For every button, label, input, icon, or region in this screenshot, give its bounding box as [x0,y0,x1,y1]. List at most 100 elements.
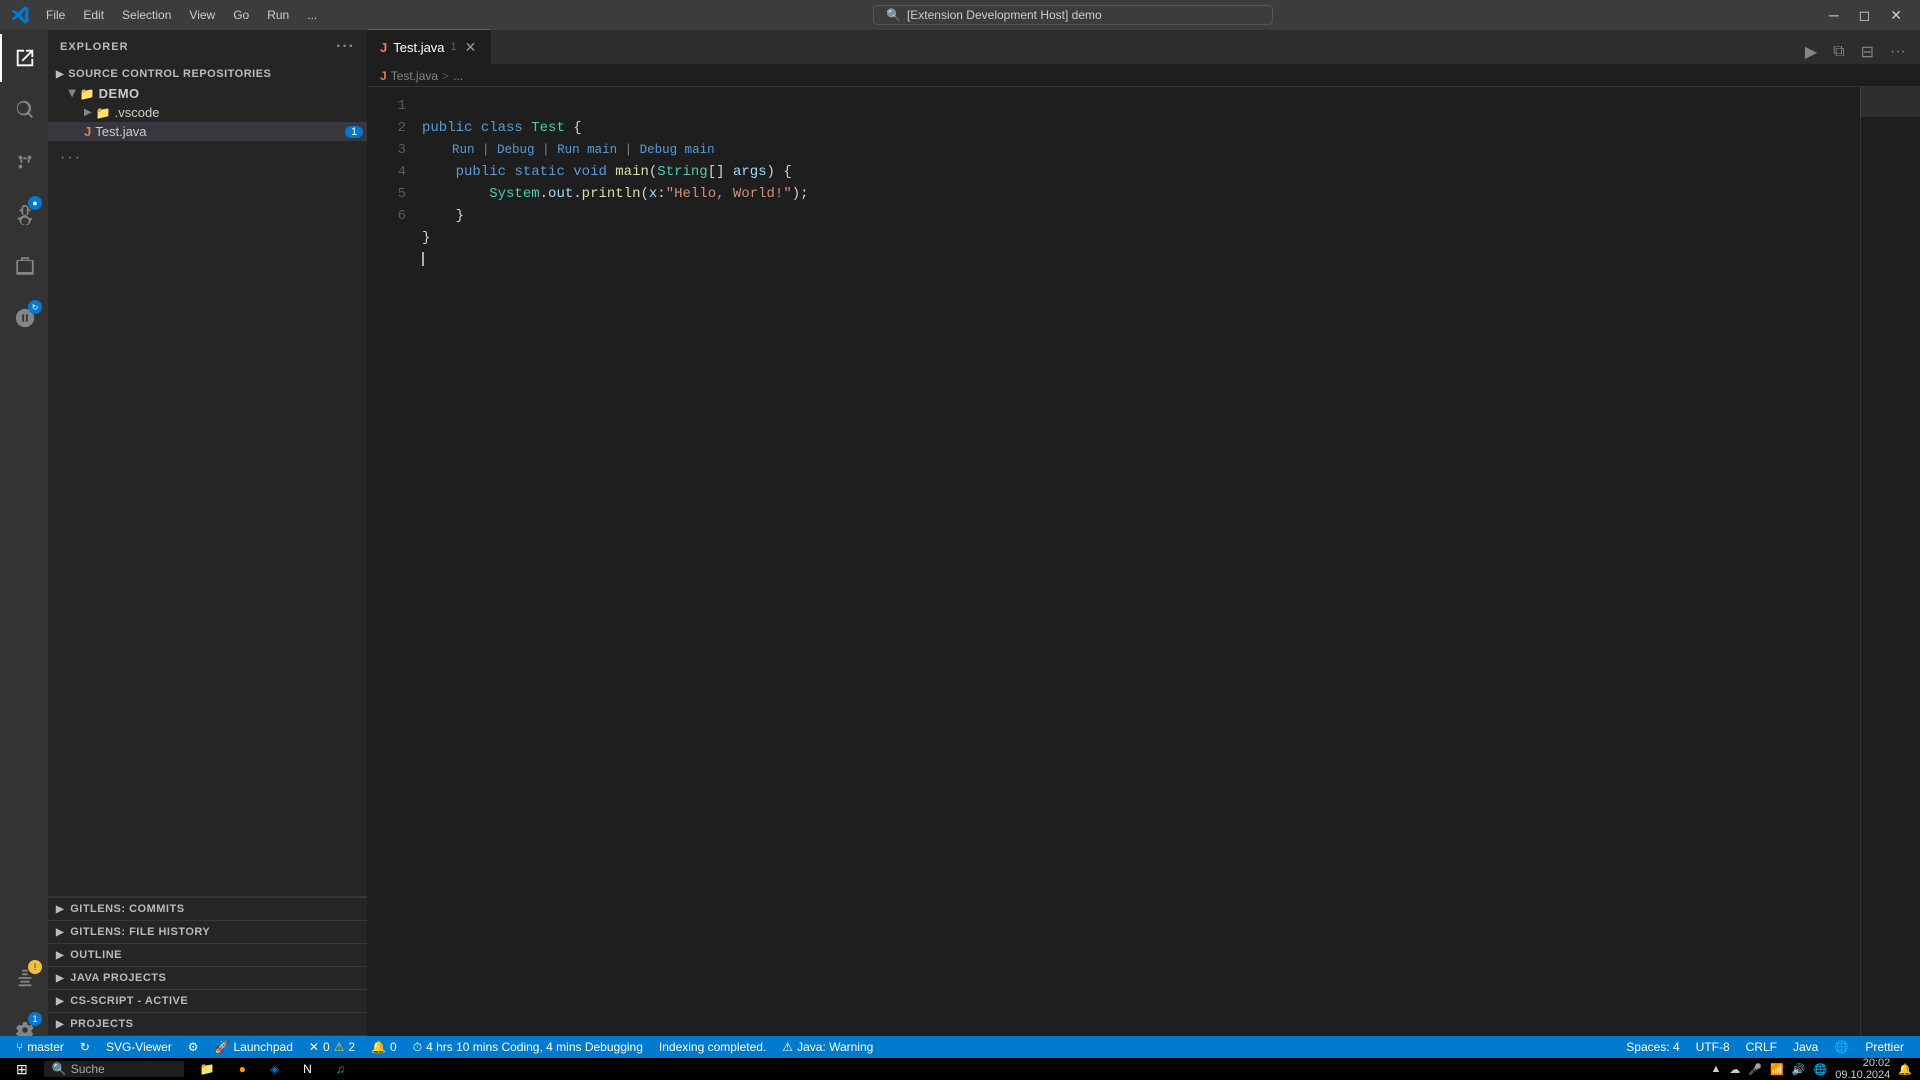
menu-view[interactable]: View [181,6,223,24]
taskbar-notion[interactable]: N [295,1060,320,1078]
sidebar-title: EXPLORER [60,41,129,53]
branch-name: master [27,1040,64,1054]
line-numbers: 1 2 3 4 5 6 [368,87,418,1058]
projects-section: ▶ PROJECTS [48,1012,367,1035]
line-num-4: 4 [368,161,406,183]
cs-script-header[interactable]: ▶ CS-SCRIPT - ACTIVE [48,990,367,1012]
mic-icon: 🎤 [1748,1063,1762,1076]
debug-main-lens[interactable]: Debug main [640,143,715,157]
activity-extensions[interactable] [0,242,48,290]
run-main-lens[interactable]: Run main [557,143,617,157]
vscode-folder-label: .vscode [115,105,160,120]
outline-header[interactable]: ▶ OUTLINE [48,944,367,966]
status-svg-viewer[interactable]: SVG-Viewer [98,1036,180,1058]
status-prettier[interactable]: Prettier [1857,1036,1912,1058]
svg-viewer-label: SVG-Viewer [106,1040,172,1054]
restore-button[interactable]: ◻ [1851,5,1879,26]
code-content[interactable]: public class Test { Run | Debug | Run ma… [418,87,1860,1058]
status-globe[interactable]: 🌐 [1826,1036,1857,1058]
menu-go[interactable]: Go [225,6,257,24]
source-control-section-header[interactable]: ▶ SOURCE CONTROL REPOSITORIES [48,64,367,84]
demo-folder[interactable]: ▶ 📁 DEMO [48,84,367,103]
close-button[interactable]: ✕ [1882,5,1910,26]
taskbar-search-placeholder: Suche [71,1062,105,1076]
run-split-button[interactable]: ▶ [1799,40,1823,64]
status-encoding[interactable]: UTF-8 [1688,1036,1738,1058]
menu-selection[interactable]: Selection [114,6,179,24]
status-indexing[interactable]: Indexing completed. [651,1036,774,1058]
sync-icon: ↻ [80,1040,90,1054]
minimize-button[interactable]: ─ [1821,5,1847,26]
projects-header[interactable]: ▶ PROJECTS [48,1013,367,1035]
menu-bar: File Edit Selection View Go Run ... [38,6,325,24]
warning-count: 2 [348,1040,355,1054]
taskbar-spotify[interactable]: ♫ [328,1060,353,1078]
windows-start-icon[interactable]: ⊞ [8,1061,36,1078]
status-launchpad[interactable]: 🚀 Launchpad [207,1036,301,1058]
breadcrumb: J Test.java > ... [368,65,1920,87]
activity-explorer[interactable] [0,34,48,82]
testjava-tab[interactable]: J Test.java 1 ✕ [368,29,491,64]
gitlens-history-header[interactable]: ▶ GITLENS: FILE HISTORY [48,921,367,943]
outline-chevron: ▶ [56,950,64,961]
activity-remote[interactable]: ↻ [0,294,48,342]
settings-gear-icon: ⚙ [188,1040,199,1054]
status-sync[interactable]: ↻ [72,1036,98,1058]
tab-close-button[interactable]: ✕ [463,37,479,58]
taskbar-search[interactable]: 🔍 Suche [44,1061,184,1077]
status-time-tracker[interactable]: ⏱ 4 hrs 10 mins Coding, 4 mins Debugging [405,1036,651,1058]
taskbar-vscode[interactable]: ◈ [262,1060,287,1078]
run-lens[interactable]: Run [452,143,475,157]
status-line-ending[interactable]: CRLF [1738,1036,1785,1058]
tab-bar: J Test.java 1 ✕ ▶ ⧉ ⊟ ··· [368,30,1920,65]
activity-source-control[interactable] [0,138,48,186]
editor-area: J Test.java 1 ✕ ▶ ⧉ ⊟ ··· J Test.java > … [368,30,1920,1058]
vscode-folder[interactable]: ▶ 📁 .vscode [48,103,367,122]
menu-run[interactable]: Run [259,6,297,24]
line-5: } [422,230,430,246]
notion-icon: N [303,1062,312,1076]
sidebar-more-button[interactable]: ··· [336,38,355,56]
editor-layout-button[interactable]: ⊟ [1855,40,1880,64]
breadcrumb-file[interactable]: Test.java [391,69,438,83]
menu-file[interactable]: File [38,6,73,24]
outline-label: OUTLINE [70,949,122,961]
split-editor-button[interactable]: ⧉ [1827,41,1850,63]
java-projects-header[interactable]: ▶ JAVA PROJECTS [48,967,367,989]
activity-search[interactable] [0,86,48,134]
debug-lens[interactable]: Debug [497,143,535,157]
editor-more-button[interactable]: ··· [1884,41,1912,63]
taskbar-file-manager[interactable]: 📁 [192,1060,223,1078]
status-branch[interactable]: ⑂ master [8,1036,72,1058]
cs-script-label: CS-SCRIPT - ACTIVE [70,995,188,1007]
menu-more[interactable]: ... [299,6,325,24]
vscode-chevron: ▶ [84,107,92,118]
status-spaces[interactable]: Spaces: 4 [1618,1036,1687,1058]
status-java-warning[interactable]: ⚠ Java: Warning [774,1036,881,1058]
language-label: Java [1793,1040,1818,1054]
status-remote[interactable]: 🔔 0 [363,1036,405,1058]
taskbar-browser[interactable]: ● [231,1060,254,1078]
up-arrow-icon[interactable]: ▲ [1711,1063,1722,1075]
gitlens-commits-header[interactable]: ▶ GITLENS: COMMITS [48,898,367,920]
status-language[interactable]: Java [1785,1036,1826,1058]
notification-icon[interactable]: 🔔 [1898,1063,1912,1076]
network-icon: 🌐 [1814,1063,1828,1076]
activity-java[interactable]: ! [0,954,48,1002]
sidebar-more-dots[interactable]: ··· [48,141,367,175]
java-file-icon: J [84,124,91,139]
search-icon: 🔍 [886,8,901,22]
minimap[interactable] [1860,87,1920,1058]
time-tracker-label: 4 hrs 10 mins Coding, 4 mins Debugging [426,1040,643,1054]
taskbar-clock[interactable]: 20:02 09.10.2024 [1835,1057,1890,1080]
title-search-bar[interactable]: 🔍 [Extension Development Host] demo [873,5,1273,25]
menu-edit[interactable]: Edit [75,6,112,24]
activity-debug[interactable]: ● [0,190,48,238]
status-errors[interactable]: ✕ 0 ⚠ 2 [301,1036,363,1058]
line-num-1: 1 [368,95,406,117]
outline-section: ▶ OUTLINE [48,943,367,966]
status-gear-icon[interactable]: ⚙ [180,1036,207,1058]
breadcrumb-context[interactable]: ... [453,69,463,83]
code-editor[interactable]: 1 2 3 4 5 6 public class Test { Run | De… [368,87,1920,1058]
testjava-file[interactable]: J Test.java 1 [48,122,367,141]
